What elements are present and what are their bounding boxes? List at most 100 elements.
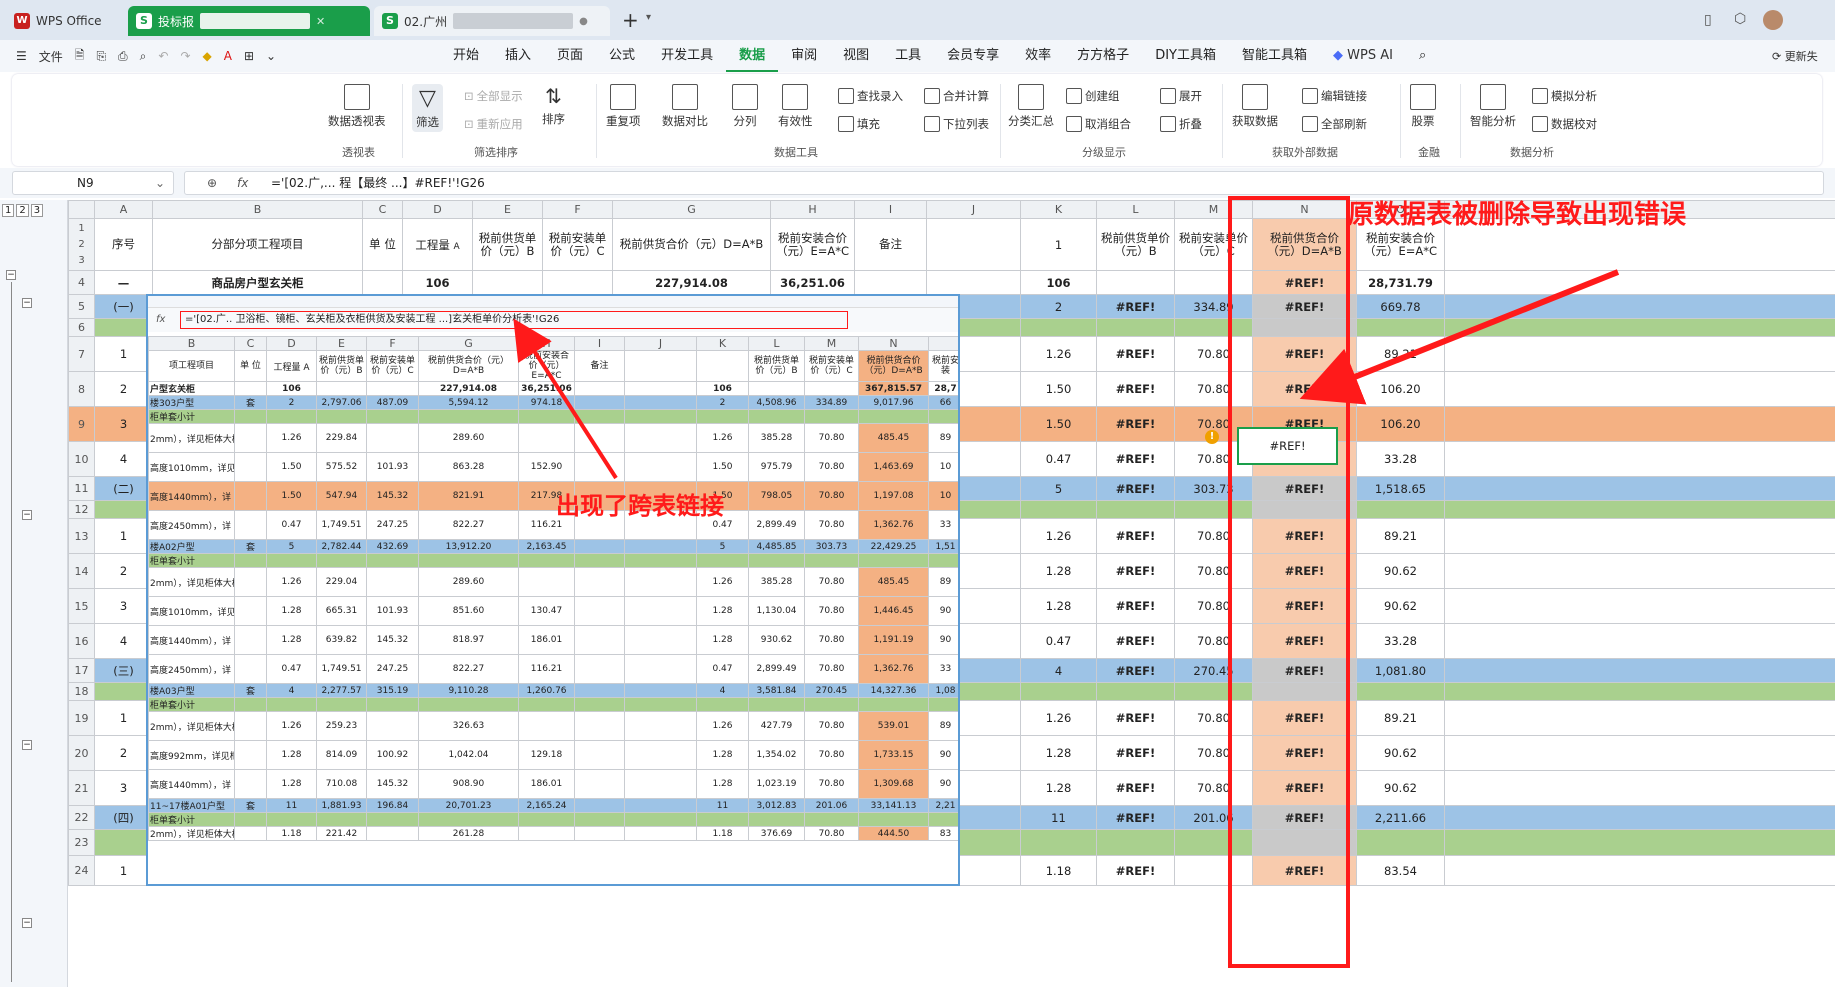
cell-o[interactable]: 106.20 (1356, 371, 1445, 407)
corner-cell[interactable] (68, 200, 95, 219)
cell-a[interactable]: (四) (94, 805, 153, 830)
cell-l[interactable]: #REF! (1096, 441, 1175, 477)
row-header[interactable]: 7 (68, 336, 95, 372)
cell-a[interactable]: 2 (94, 735, 153, 771)
row-header[interactable]: 5 (68, 294, 95, 319)
cell-l[interactable] (1096, 682, 1175, 701)
cell-k[interactable]: 1.50 (1020, 371, 1097, 407)
cell-i[interactable] (854, 270, 927, 295)
column-header-F[interactable]: F (542, 200, 613, 219)
cell-k[interactable]: 5 (1020, 476, 1097, 501)
merge-calc-button[interactable]: 合并计算 (924, 88, 989, 104)
cell-l[interactable]: #REF! (1096, 623, 1175, 659)
menu-tab-view[interactable]: 视图 (830, 40, 882, 72)
filter-button[interactable]: ▽ 筛选 (412, 84, 443, 132)
cell-o[interactable]: 33.28 (1356, 623, 1445, 659)
cell-a[interactable] (94, 829, 153, 856)
row-header[interactable]: 9 (68, 406, 95, 442)
cell-b[interactable]: 商品房户型玄关柜 (152, 270, 363, 295)
menu-tab-review[interactable]: 审阅 (778, 40, 830, 72)
row-header[interactable]: 15 (68, 588, 95, 624)
smart-analysis-button[interactable]: 智能分析 (1470, 84, 1516, 129)
cell-a[interactable] (94, 682, 153, 701)
cell-o[interactable]: 90.62 (1356, 770, 1445, 806)
cell-a[interactable]: 2 (94, 371, 153, 407)
cell-k[interactable]: 1.28 (1020, 588, 1097, 624)
cell-k[interactable]: 4 (1020, 658, 1097, 683)
hamburger-icon[interactable]: ☰ (16, 49, 27, 63)
cell-o[interactable]: 89.21 (1356, 336, 1445, 372)
cell-o[interactable]: 83.54 (1356, 855, 1445, 886)
expand-button[interactable]: 展开 (1160, 88, 1202, 104)
dropdown-list-button[interactable]: 下拉列表 (924, 116, 989, 132)
cell-k[interactable] (1020, 682, 1097, 701)
export-icon[interactable]: ⎘ (96, 49, 106, 64)
show-all-button[interactable]: ⊡ 全部显示 (464, 88, 523, 104)
collapse-group-icon[interactable]: − (22, 510, 32, 520)
validity-button[interactable]: 有效性 (778, 84, 813, 129)
document-tab-active[interactable]: S 投标报 ✕ (128, 6, 370, 36)
split-columns-button[interactable]: 分列 (732, 84, 758, 129)
row-header[interactable]: 10 (68, 441, 95, 477)
zoom-icon[interactable]: ⊕ (207, 172, 217, 194)
cell-a[interactable]: — (94, 270, 153, 295)
cell-l[interactable]: #REF! (1096, 805, 1175, 830)
cell-a[interactable]: 1 (94, 336, 153, 372)
column-header-I[interactable]: I (854, 200, 927, 219)
menu-tab-tools[interactable]: 工具 (882, 40, 934, 72)
menu-tab-data[interactable]: 数据 (726, 40, 779, 72)
row-header[interactable]: 13 (68, 518, 95, 554)
cell-o[interactable] (1356, 500, 1445, 519)
cell-k[interactable]: 1.18 (1020, 855, 1097, 886)
column-header-B[interactable]: B (152, 200, 363, 219)
border-icon[interactable]: ⊞ (244, 49, 254, 63)
get-data-button[interactable]: 获取数据 (1232, 84, 1278, 129)
cell-a[interactable]: 3 (94, 406, 153, 442)
row-header[interactable]: 11 (68, 476, 95, 501)
cell-j[interactable] (926, 270, 1021, 295)
menu-tab-smart-tools[interactable]: 智能工具箱 (1229, 40, 1320, 72)
row-header[interactable]: 23 (68, 829, 95, 856)
cell-e[interactable] (472, 270, 543, 295)
undo-icon[interactable]: ↶ (158, 49, 168, 63)
row-header[interactable]: 1 2 3 (68, 218, 95, 271)
cell-a[interactable] (94, 500, 153, 519)
row-header[interactable]: 19 (68, 700, 95, 736)
cell-l[interactable]: #REF! (1096, 336, 1175, 372)
cell-l[interactable] (1096, 829, 1175, 856)
cell-l[interactable]: #REF! (1096, 371, 1175, 407)
avatar[interactable] (1763, 10, 1783, 30)
cell-l[interactable] (1096, 318, 1175, 337)
layout-icon[interactable]: ▯ (1704, 12, 1712, 28)
cell-k[interactable] (1020, 318, 1097, 337)
outline-level-3[interactable]: 3 (30, 204, 44, 217)
cell-o[interactable]: 1,518.65 (1356, 476, 1445, 501)
cell-o[interactable]: 90.62 (1356, 553, 1445, 589)
cell-a[interactable]: 2 (94, 553, 153, 589)
cell-a[interactable]: (三) (94, 658, 153, 683)
row-header[interactable]: 18 (68, 682, 95, 701)
cell-o[interactable] (1356, 682, 1445, 701)
fill-color-icon[interactable]: ◆ (203, 49, 212, 63)
cell-k[interactable]: 1.28 (1020, 553, 1097, 589)
print-preview-icon[interactable]: ⌕ (140, 49, 147, 64)
fx-icon[interactable]: fx (237, 172, 248, 194)
cell-a[interactable]: 4 (94, 623, 153, 659)
subtotal-button[interactable]: 分类汇总 (1008, 84, 1054, 129)
collapse-group-icon[interactable]: − (22, 918, 32, 928)
cell-l[interactable] (1096, 500, 1175, 519)
cell-o[interactable] (1356, 829, 1445, 856)
compare-button[interactable]: 数据对比 (662, 84, 708, 129)
cell-a[interactable]: 4 (94, 441, 153, 477)
search-icon[interactable]: ⌕ (1406, 40, 1439, 72)
cell-o[interactable]: 106.20 (1356, 406, 1445, 442)
row-header[interactable]: 4 (68, 270, 95, 295)
cell-k[interactable]: 1.28 (1020, 735, 1097, 771)
cell-a[interactable]: (二) (94, 476, 153, 501)
fill-button[interactable]: 填充 (838, 116, 880, 132)
cell-d[interactable]: 106 (402, 270, 473, 295)
cell-k[interactable]: 0.47 (1020, 623, 1097, 659)
chevron-down-icon[interactable]: ▾ (646, 12, 651, 23)
column-header-H[interactable]: H (770, 200, 855, 219)
menu-tab-ffgz[interactable]: 方方格子 (1064, 40, 1142, 72)
